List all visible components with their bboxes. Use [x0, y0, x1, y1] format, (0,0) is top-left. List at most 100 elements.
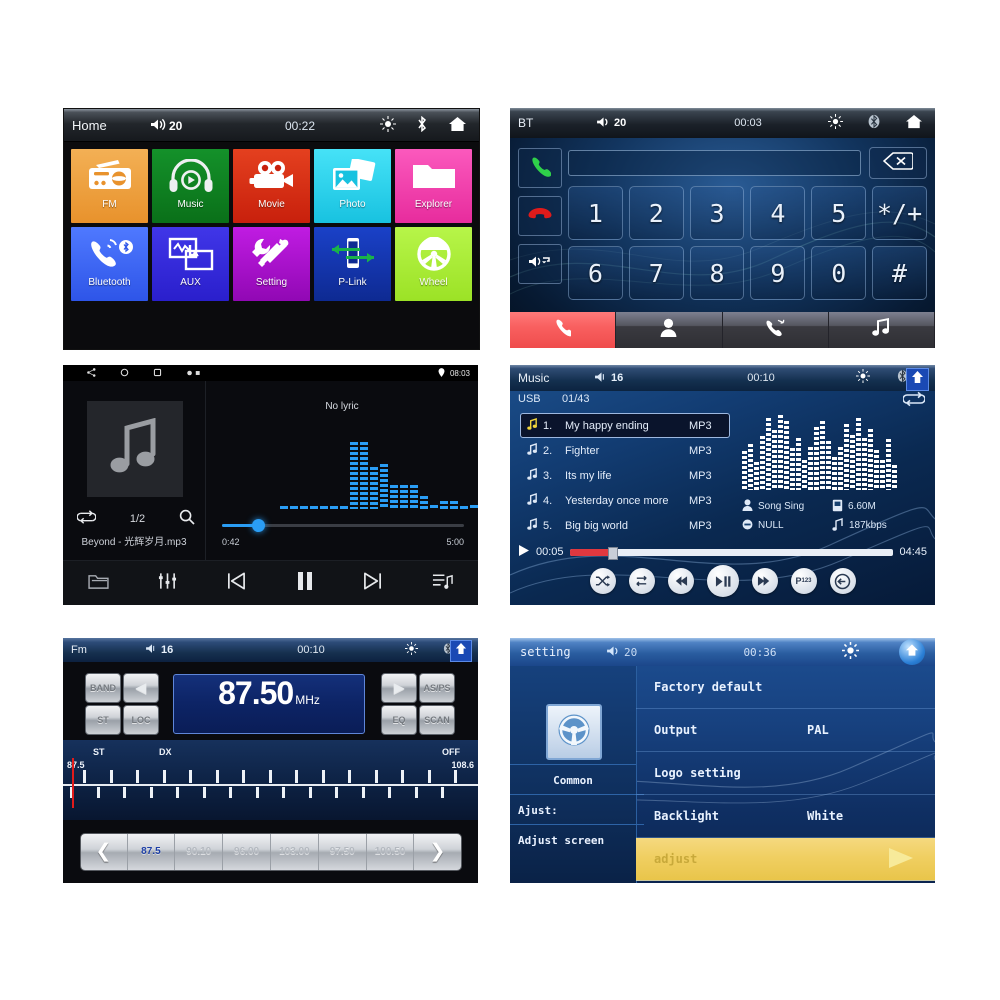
seek-bar[interactable] — [569, 546, 894, 560]
app-tile-setting[interactable]: Setting — [233, 227, 310, 301]
key-0[interactable]: 0 — [811, 246, 867, 300]
brightness-icon[interactable] — [842, 641, 859, 663]
band-button[interactable]: BAND — [85, 673, 121, 703]
track-row[interactable]: 1. My happy ending MP3 — [520, 413, 730, 438]
scan-button[interactable]: SCAN — [419, 705, 455, 735]
sidebar-item-adjust-screen[interactable]: Adjust screen — [510, 824, 644, 855]
key-6[interactable]: 6 — [568, 246, 623, 300]
play-triangle-icon[interactable] — [885, 847, 917, 872]
volume-indicator[interactable]: 20 — [596, 116, 668, 130]
prev-track-icon[interactable] — [226, 572, 246, 594]
seek-up-button[interactable]: ▶ — [381, 673, 417, 703]
backspace-button[interactable] — [869, 147, 927, 179]
track-row[interactable]: 4. Yesterday once more MP3 — [520, 488, 730, 513]
seek-bar[interactable] — [222, 519, 464, 532]
folder-icon[interactable] — [88, 573, 109, 594]
back-button[interactable] — [829, 568, 856, 594]
next-button[interactable] — [751, 568, 778, 594]
dots-icon[interactable] — [186, 365, 202, 381]
preset-prev-button[interactable]: ❮ — [81, 833, 128, 870]
shuffle-button[interactable] — [589, 568, 616, 594]
key-8[interactable]: 8 — [689, 246, 745, 300]
seek-down-button[interactable]: ◀ — [123, 673, 159, 703]
key-1[interactable]: 1 — [568, 186, 623, 240]
app-tile-music[interactable]: Music — [152, 149, 229, 223]
tab-btmusic[interactable] — [828, 312, 935, 348]
sliders-icon[interactable] — [158, 572, 177, 594]
key-3[interactable]: 3 — [689, 186, 745, 240]
app-tile-bluetooth[interactable]: Bluetooth — [71, 227, 148, 301]
as-ps-button[interactable]: AS/PS — [419, 673, 455, 703]
app-tile-plink[interactable]: P-Link — [314, 227, 391, 301]
brightness-icon[interactable] — [380, 115, 396, 136]
seek-knob[interactable] — [608, 546, 619, 560]
eq-button[interactable]: EQ — [381, 705, 417, 735]
call-answer-button[interactable] — [518, 148, 562, 188]
key-star-plus[interactable]: */+ — [872, 186, 927, 240]
playlist-icon[interactable] — [432, 572, 454, 594]
home-icon[interactable] — [905, 114, 923, 133]
stereo-button[interactable]: ST — [85, 705, 121, 735]
search-icon[interactable] — [179, 509, 195, 529]
setting-row-logo-setting[interactable]: Logo setting — [636, 752, 935, 795]
bluetooth-icon[interactable] — [416, 115, 428, 136]
repeat-button[interactable] — [628, 568, 655, 594]
tab-contacts[interactable] — [616, 312, 723, 348]
app-tile-fm[interactable]: FM — [71, 149, 148, 223]
preset-2[interactable]: 90.10 — [175, 833, 224, 870]
brightness-icon[interactable] — [405, 641, 418, 659]
play-pause-button[interactable] — [706, 565, 739, 597]
sidebar-item-common[interactable]: Common — [510, 764, 636, 795]
home-up-button[interactable] — [906, 368, 929, 391]
home-up-button[interactable] — [450, 640, 472, 662]
app-tile-explorer[interactable]: Explorer — [395, 149, 472, 223]
key-9[interactable]: 9 — [750, 246, 806, 300]
repeat-mode-button[interactable] — [902, 391, 926, 410]
audio-transfer-button[interactable] — [518, 244, 562, 284]
bluetooth-icon[interactable] — [867, 113, 881, 133]
setting-row-backlight[interactable]: Backlight White — [636, 795, 935, 838]
preset-4[interactable]: 103.00 — [271, 833, 319, 870]
brightness-icon[interactable] — [856, 369, 870, 387]
preset-6[interactable]: 100.50 — [367, 833, 415, 870]
setting-row-adjust[interactable]: adjust — [636, 838, 935, 881]
seek-knob[interactable] — [252, 519, 266, 532]
key-4[interactable]: 4 — [750, 186, 806, 240]
previous-button[interactable] — [667, 568, 694, 594]
square-recents-icon[interactable] — [153, 365, 162, 381]
track-row[interactable]: 5. Big big world MP3 — [520, 513, 730, 538]
sidebar-item-ajust[interactable]: Ajust: — [510, 794, 644, 825]
key-5[interactable]: 5 — [811, 186, 867, 240]
volume-indicator[interactable]: 20 — [150, 118, 220, 133]
phone-number-input[interactable] — [568, 150, 861, 176]
home-button[interactable] — [899, 639, 925, 665]
next-track-icon[interactable] — [363, 572, 383, 594]
volume-indicator[interactable]: 16 — [594, 371, 666, 385]
setting-row-factory-default[interactable]: Factory default — [636, 666, 935, 709]
volume-indicator[interactable]: 20 — [606, 645, 678, 659]
tab-calllog[interactable] — [722, 312, 829, 348]
volume-indicator[interactable]: 16 — [145, 643, 217, 657]
key-hash[interactable]: # — [872, 246, 927, 300]
fm-frequency-scale[interactable]: ST DX OFF 87.5 108.6 — [63, 740, 478, 820]
preset-1[interactable]: 87.5 — [128, 833, 176, 870]
circle-home-icon[interactable] — [120, 365, 129, 381]
tab-dialpad[interactable] — [510, 312, 617, 348]
call-end-button[interactable] — [518, 196, 562, 236]
brightness-icon[interactable] — [828, 113, 843, 133]
share-icon[interactable] — [87, 365, 96, 381]
key-7[interactable]: 7 — [628, 246, 684, 300]
app-tile-photo[interactable]: Photo — [314, 149, 391, 223]
track-row[interactable]: 2. Fighter MP3 — [520, 438, 730, 463]
local-button[interactable]: LOC — [123, 705, 159, 735]
home-icon[interactable] — [448, 116, 467, 136]
app-tile-movie[interactable]: Movie — [233, 149, 310, 223]
pause-icon[interactable] — [296, 571, 314, 595]
app-tile-aux[interactable]: AUX — [152, 227, 229, 301]
p123-button[interactable]: P 123 — [790, 568, 817, 594]
preset-5[interactable]: 97.50 — [319, 833, 367, 870]
repeat-icon[interactable] — [76, 510, 97, 528]
preset-next-button[interactable]: ❯ — [414, 834, 460, 870]
track-row[interactable]: 3. Its my life MP3 — [520, 463, 730, 488]
preset-3[interactable]: 96.00 — [223, 833, 271, 870]
